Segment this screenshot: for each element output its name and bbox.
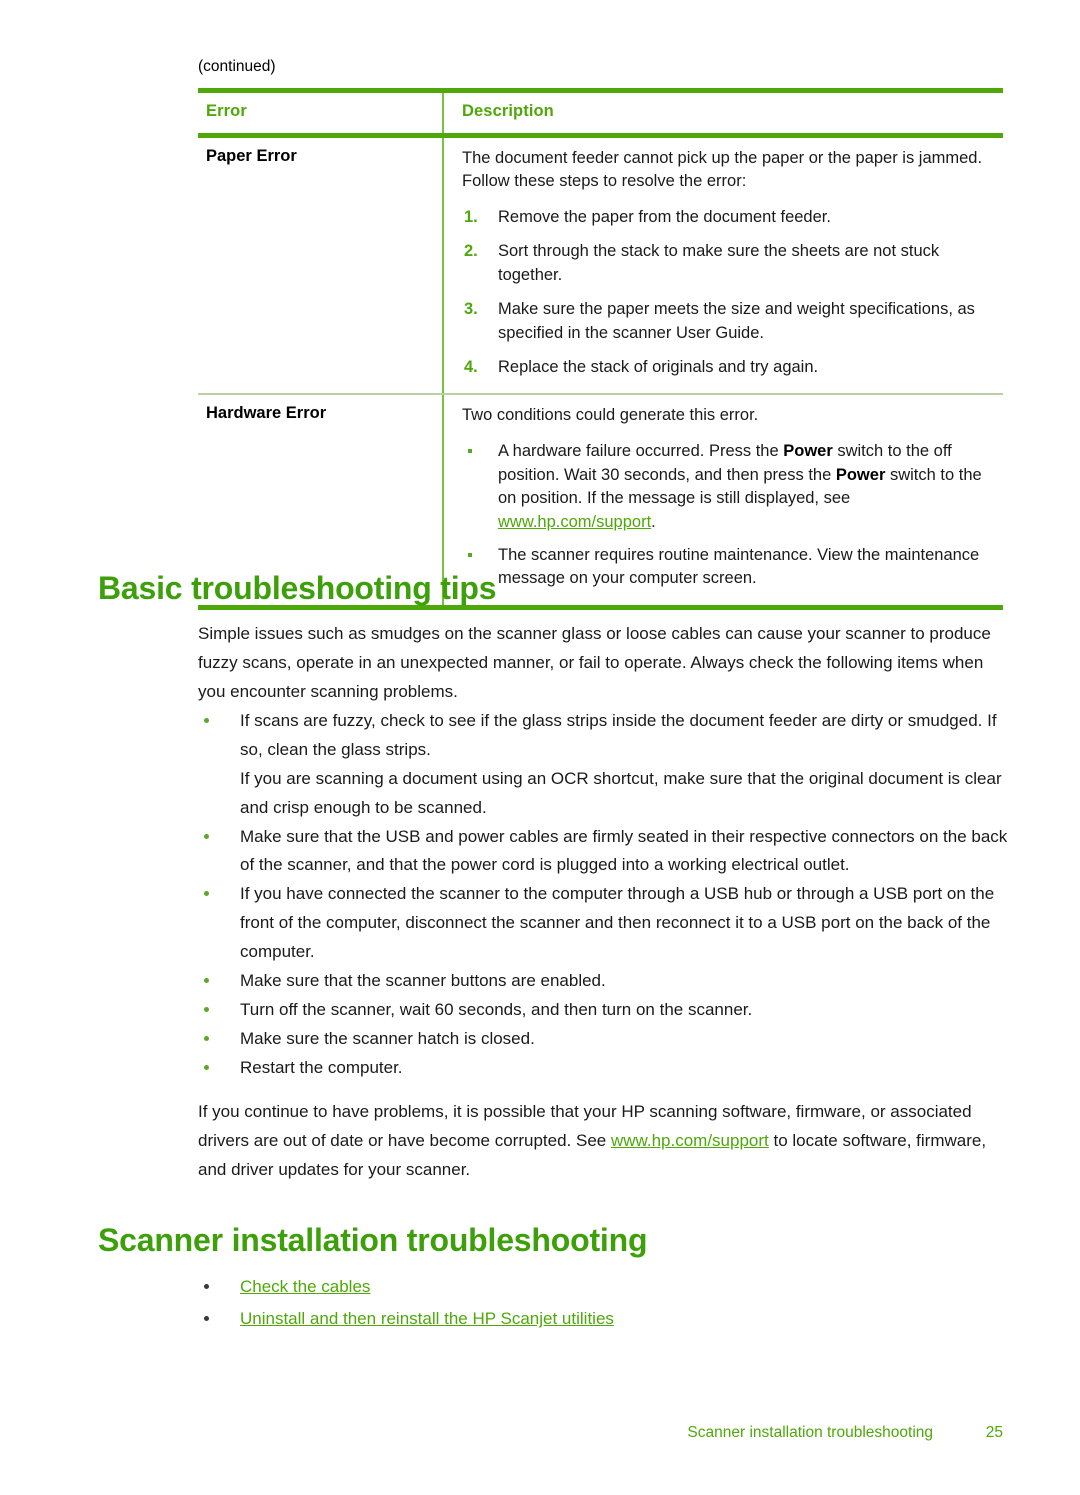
hp-support-link[interactable]: www.hp.com/support — [498, 513, 651, 531]
error-name-hardware-error: Hardware Error — [206, 403, 327, 422]
table-header-cell-error: Error — [198, 93, 442, 133]
page-footer: Scanner installation troubleshooting 25 — [98, 1424, 1003, 1442]
hp-support-link[interactable]: www.hp.com/support — [611, 1131, 769, 1150]
footer-page-number: 25 — [985, 1424, 1003, 1441]
bullet-text: Make sure that the USB and power cables … — [240, 826, 1008, 875]
list-item: Check the cables — [198, 1272, 1003, 1302]
step-text: Sort through the stack to make sure the … — [498, 242, 940, 284]
list-item: Restart the computer. — [198, 1054, 1010, 1083]
table-row: Paper Error The document feeder cannot p… — [198, 138, 1003, 394]
table-header-row: Error Description — [198, 93, 1003, 133]
power-bold-2: Power — [835, 465, 886, 484]
list-item: 4. Replace the stack of originals and tr… — [462, 356, 997, 379]
bullet-text: Restart the computer. — [240, 1057, 403, 1077]
step-number: 2. — [464, 242, 478, 261]
power-bold-1: Power — [783, 442, 833, 461]
bullet-text: Make sure the scanner hatch is closed. — [240, 1028, 535, 1048]
bullet-icon — [204, 1316, 209, 1322]
basic-troubleshooting-bullets: If scans are fuzzy, check to see if the … — [198, 707, 1010, 1083]
list-item: 1. Remove the paper from the document fe… — [462, 206, 997, 229]
condition-text-second: The scanner requires routine maintenance… — [498, 545, 980, 588]
bullet-icon — [204, 1035, 209, 1041]
table-cell-description: The document feeder cannot pick up the p… — [442, 138, 1003, 394]
page-title-scanner-installation-troubleshooting: Scanner installation troubleshooting — [98, 1222, 648, 1258]
bullet-icon — [204, 1284, 209, 1289]
bullet-icon — [204, 1064, 209, 1070]
paper-error-intro: The document feeder cannot pick up the p… — [462, 149, 983, 191]
link-uninstall-reinstall-utilities[interactable]: Uninstall and then reinstall the HP Scan… — [240, 1309, 614, 1328]
bullet-text: If scans are fuzzy, check to see if the … — [240, 711, 997, 759]
list-item: Make sure that the USB and power cables … — [198, 823, 1010, 881]
list-item: The scanner requires routine maintenance… — [462, 544, 997, 591]
bullet-icon — [204, 718, 209, 723]
list-item: Uninstall and then reinstall the HP Scan… — [198, 1304, 1003, 1334]
bullet-icon — [204, 891, 209, 897]
table-cell-description: Two conditions could generate this error… — [442, 394, 1003, 605]
list-item: If you have connected the scanner to the… — [198, 880, 1010, 967]
table-header-cell-description: Description — [442, 93, 1003, 133]
list-item: A hardware failure occurred. Press the P… — [462, 440, 997, 534]
list-item: 2. Sort through the stack to make sure t… — [462, 240, 997, 287]
bullet-text: Make sure that the scanner buttons are e… — [240, 971, 606, 991]
step-number: 3. — [464, 300, 478, 319]
footer-section-title: Scanner installation troubleshooting — [687, 1424, 933, 1441]
error-description-table: Error Description Paper Error The docume… — [198, 88, 1003, 610]
document-page: (continued) Error Description Paper Erro… — [0, 0, 1080, 1495]
hardware-error-intro: Two conditions could generate this error… — [462, 405, 759, 424]
bullet-icon — [204, 833, 209, 839]
condition-text-part1: A hardware failure occurred. Press the — [498, 442, 784, 461]
page-title-basic-troubleshooting: Basic troubleshooting tips — [98, 570, 497, 606]
list-item: Make sure the scanner hatch is closed. — [198, 1025, 1010, 1054]
square-bullet-icon — [468, 552, 472, 557]
bullet-subparagraph: If you are scanning a document using an … — [240, 768, 1002, 817]
list-item: If scans are fuzzy, check to see if the … — [198, 707, 1010, 823]
basic-troubleshooting-outro: If you continue to have problems, it is … — [198, 1098, 1003, 1185]
list-item: Make sure that the scanner buttons are e… — [198, 967, 1010, 996]
list-item: 3. Make sure the paper meets the size an… — [462, 298, 997, 345]
step-text: Replace the stack of originals and try a… — [498, 357, 819, 376]
paper-error-steps: 1. Remove the paper from the document fe… — [462, 206, 997, 380]
column-header-description: Description — [462, 102, 554, 120]
bullet-icon — [204, 978, 209, 984]
hardware-error-conditions: A hardware failure occurred. Press the P… — [462, 440, 997, 591]
column-header-error: Error — [206, 102, 247, 120]
bullet-text: Turn off the scanner, wait 60 seconds, a… — [240, 999, 753, 1019]
table-continued-label: (continued) — [198, 58, 276, 75]
installation-troubleshooting-links: Check the cables Uninstall and then rein… — [198, 1272, 1003, 1337]
step-number: 1. — [464, 207, 478, 226]
square-bullet-icon — [468, 449, 472, 454]
link-check-the-cables[interactable]: Check the cables — [240, 1277, 370, 1296]
error-name-paper-error: Paper Error — [206, 147, 297, 165]
condition-text-part4: . — [651, 512, 656, 531]
step-text: Make sure the paper meets the size and w… — [498, 300, 975, 342]
bullet-text: If you have connected the scanner to the… — [240, 884, 995, 962]
table-cell-error-name: Paper Error — [198, 138, 442, 393]
step-text: Remove the paper from the document feede… — [498, 207, 831, 226]
bullet-icon — [204, 1006, 209, 1012]
basic-troubleshooting-intro: Simple issues such as smudges on the sca… — [198, 624, 991, 701]
list-item: Turn off the scanner, wait 60 seconds, a… — [198, 996, 1010, 1025]
step-number: 4. — [464, 357, 478, 376]
